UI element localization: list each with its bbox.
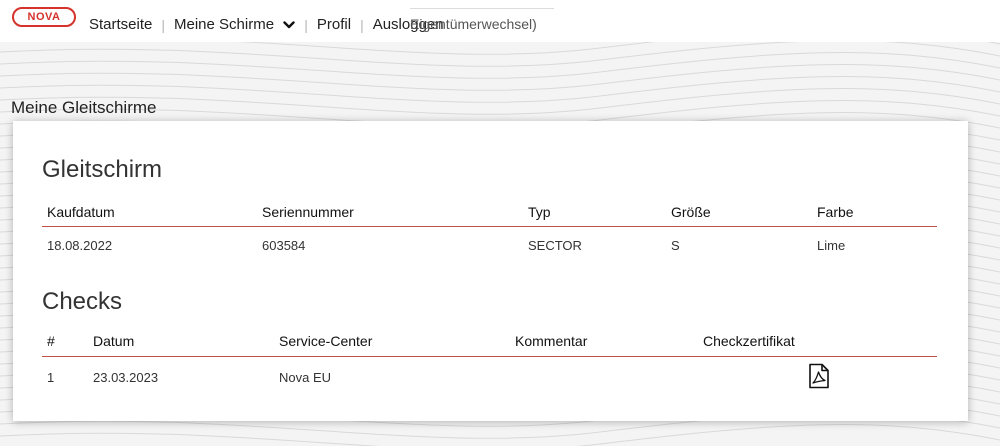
glider-col-header: Größe <box>671 204 711 220</box>
check-number: 1 <box>47 370 55 385</box>
glider-type: SECTOR <box>528 238 582 253</box>
checks-col-header: # <box>47 333 55 349</box>
glider-header-divider <box>42 226 937 227</box>
nav-separator: | <box>304 16 308 33</box>
nav-separator: | <box>161 16 166 33</box>
ownership-change-overlay-text[interactable]: Eigentümerwechsel) <box>410 8 554 34</box>
wave-line <box>0 64 1000 91</box>
wave-line <box>0 40 1000 67</box>
main-nav: Startseite | Meine Schirme | Profil | Au… <box>89 16 444 33</box>
check-date: 23.03.2023 <box>93 370 159 385</box>
purchase-date: 18.08.2022 <box>47 238 113 253</box>
wave-line <box>0 52 1000 79</box>
glider-col-header: Farbe <box>817 204 854 220</box>
checks-header-divider <box>42 356 937 357</box>
page-title: Meine Gleitschirme <box>11 98 157 117</box>
nav-separator: | <box>360 16 364 33</box>
glider-section-title: Gleitschirm <box>42 156 163 183</box>
pdf-icon[interactable] <box>808 363 830 389</box>
checks-col-header: Kommentar <box>515 333 588 349</box>
glider-color: Lime <box>817 238 846 253</box>
glider-detail-card: Gleitschirm Kaufdatum Seriennummer Typ G… <box>13 121 968 421</box>
nova-logo[interactable]: NOVA <box>12 7 76 27</box>
serial-number: 603584 <box>262 238 306 253</box>
glider-col-header: Kaufdatum <box>47 204 115 220</box>
checks-section-title: Checks <box>42 288 123 315</box>
glider-col-header: Typ <box>528 204 551 220</box>
top-navigation-bar: NOVA Startseite | Meine Schirme | Profil… <box>0 0 1000 42</box>
chevron-down-icon <box>283 21 295 29</box>
service-center: Nova EU <box>279 370 332 385</box>
nav-my-gliders-dropdown[interactable]: Meine Schirme <box>174 16 295 33</box>
checks-col-header: Datum <box>93 333 135 349</box>
checks-col-header: Service-Center <box>279 333 373 349</box>
nav-home-link[interactable]: Startseite <box>89 16 152 33</box>
glider-size: S <box>671 238 680 253</box>
logo-text: NOVA <box>27 11 61 23</box>
checks-col-header: Checkzertifikat <box>703 333 795 349</box>
nav-my-gliders-label: Meine Schirme <box>174 16 275 33</box>
glider-col-header: Seriennummer <box>262 204 354 220</box>
wave-line <box>0 424 1000 446</box>
nav-profile-link[interactable]: Profil <box>317 16 351 33</box>
